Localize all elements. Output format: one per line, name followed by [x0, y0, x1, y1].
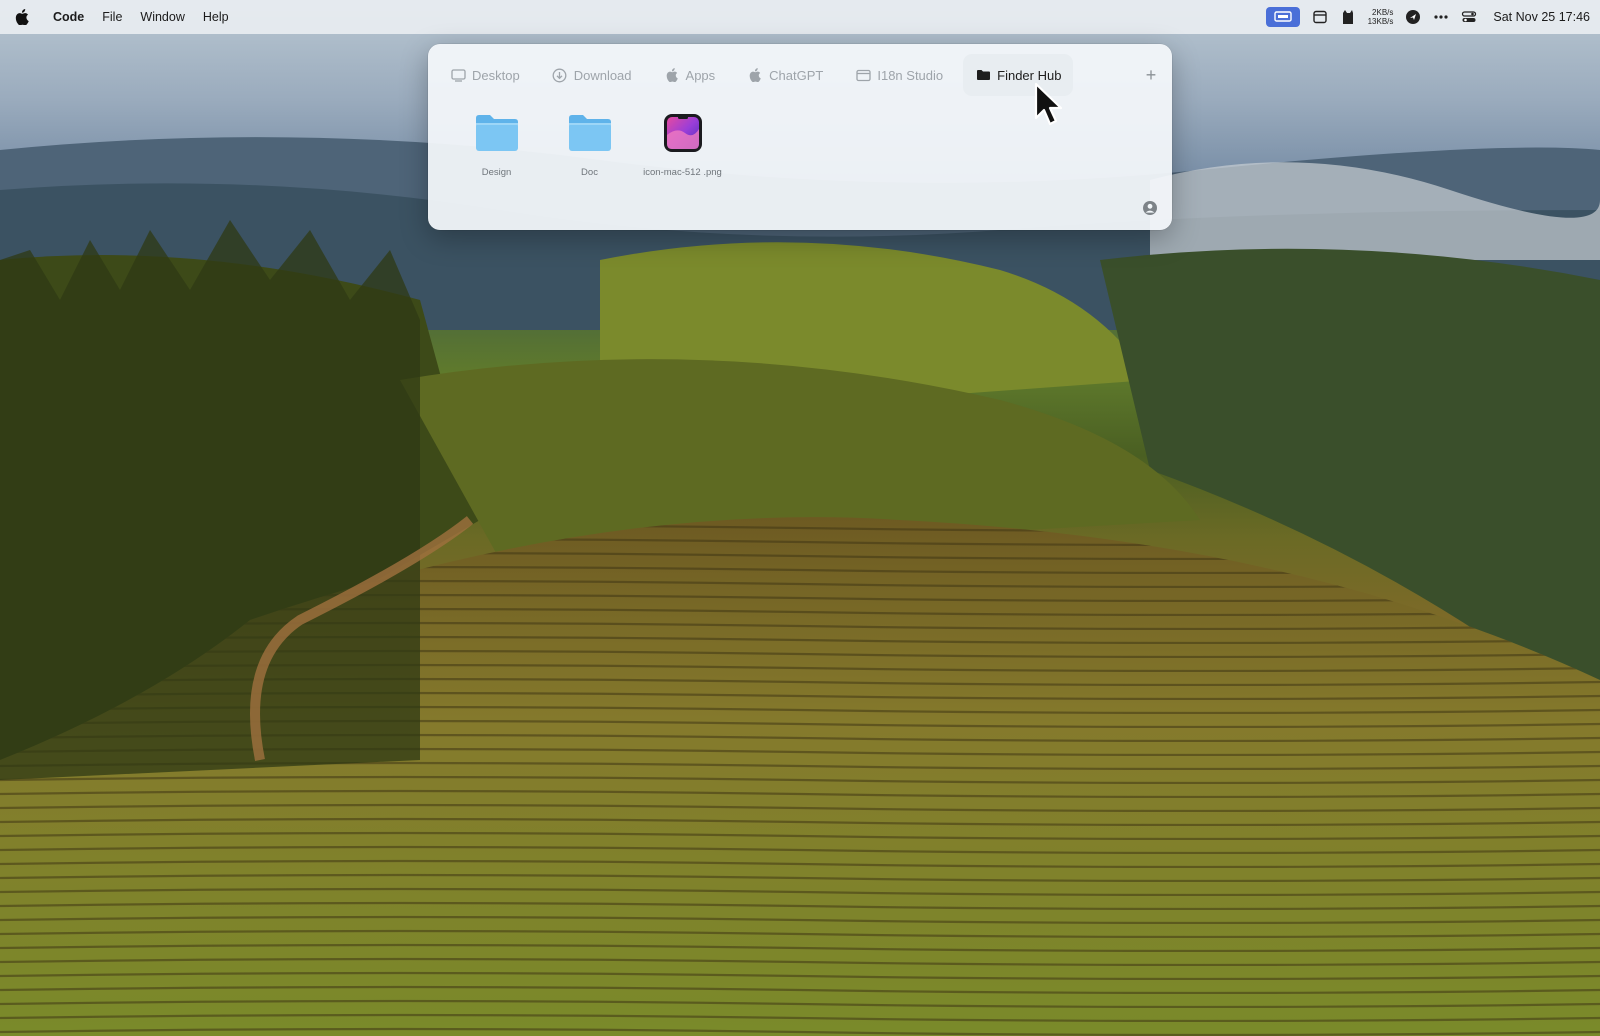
tab-label: I18n Studio	[877, 67, 944, 83]
tray-screen-share[interactable]	[1265, 0, 1300, 34]
menu-window[interactable]: Window	[131, 0, 193, 34]
window-icon	[855, 67, 871, 83]
net-up: 2KB/s	[1372, 8, 1394, 17]
apple-icon	[664, 67, 680, 83]
menu-bar: Code File Window Help 2KB/s 13KB/s Sat N…	[0, 0, 1600, 34]
file-name: Doc	[581, 167, 598, 178]
net-down: 13KB/s	[1367, 17, 1394, 26]
file-name: Design	[481, 167, 512, 178]
folder-icon	[975, 67, 991, 83]
file-item-design[interactable]: Design	[450, 110, 543, 179]
account-icon[interactable]	[1142, 200, 1158, 216]
screen-share-icon	[1273, 11, 1292, 22]
add-tab-button[interactable]: +	[1140, 64, 1162, 86]
tray-cat[interactable]	[1340, 0, 1356, 34]
tab-download[interactable]: Download	[540, 54, 644, 96]
finder-hub-panel: Desktop Download Apps ChatGPT I18n Studi…	[428, 44, 1172, 230]
tab-i18n-studio[interactable]: I18n Studio	[843, 54, 955, 96]
tab-apps[interactable]: Apps	[652, 54, 728, 96]
navigation-icon	[1406, 10, 1421, 24]
desktop: Code File Window Help 2KB/s 13KB/s Sat N…	[0, 0, 1600, 1036]
menu-clock[interactable]: Sat Nov 25 17:46	[1493, 10, 1590, 24]
folder-icon	[472, 110, 522, 156]
tray-navigation[interactable]	[1405, 0, 1421, 34]
folder-icon	[565, 110, 615, 156]
file-item-icon-png[interactable]: icon-mac-512 .png	[636, 110, 729, 179]
file-grid: Design Doc icon-mac-512 .png	[450, 110, 729, 179]
tray-more[interactable]	[1433, 0, 1449, 34]
tab-label: Desktop	[472, 67, 520, 83]
desktop-icon	[450, 67, 466, 83]
network-speed: 2KB/s 13KB/s	[1368, 0, 1394, 34]
mouse-cursor-icon	[1034, 82, 1063, 126]
cat-icon	[1342, 10, 1353, 24]
calendar-icon	[1312, 10, 1327, 24]
apple-menu-icon[interactable]	[0, 0, 44, 34]
tab-label: Apps	[685, 67, 716, 83]
file-name: icon-mac-512 .png	[643, 167, 722, 178]
more-icon	[1434, 15, 1448, 19]
file-item-doc[interactable]: Doc	[543, 110, 636, 179]
tab-chatgpt[interactable]: ChatGPT	[735, 54, 835, 96]
download-icon	[552, 67, 568, 83]
app-name[interactable]: Code	[44, 0, 93, 34]
tab-label: Finder Hub	[997, 67, 1062, 83]
image-thumbnail-icon	[658, 110, 708, 156]
tab-label: Download	[573, 67, 632, 83]
tray-control-center[interactable]	[1461, 0, 1477, 34]
tab-label: ChatGPT	[769, 67, 824, 83]
menu-file[interactable]: File	[93, 0, 131, 34]
tray-calendar[interactable]	[1312, 0, 1328, 34]
apple-icon	[747, 67, 763, 83]
control-center-icon	[1462, 11, 1477, 22]
tab-desktop[interactable]: Desktop	[438, 54, 532, 96]
menu-help[interactable]: Help	[194, 0, 238, 34]
